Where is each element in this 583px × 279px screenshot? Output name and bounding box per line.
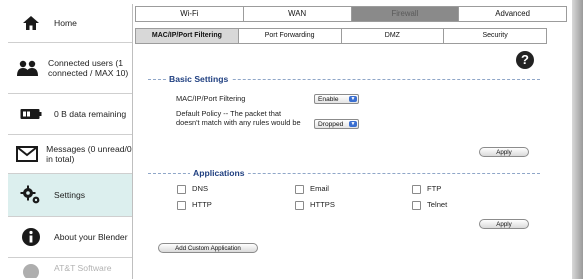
main-tabs: Wi-Fi WAN Firewall Advanced bbox=[135, 6, 567, 22]
email-checkbox[interactable] bbox=[295, 185, 304, 194]
email-label: Email bbox=[310, 184, 329, 193]
https-checkbox[interactable] bbox=[295, 201, 304, 210]
subtab-mac-ip-port-filtering[interactable]: MAC/IP/Port Filtering bbox=[136, 29, 239, 43]
sidebar-item-software[interactable]: AT&T Software bbox=[8, 258, 132, 278]
page-edge-shadow bbox=[572, 0, 583, 279]
sidebar-item-data-remaining[interactable]: 0 B data remaining bbox=[8, 94, 132, 135]
tab-advanced[interactable]: Advanced bbox=[459, 7, 566, 21]
http-checkbox[interactable] bbox=[177, 201, 186, 210]
sidebar-item-label: Connected users (1 connected / MAX 10) bbox=[48, 58, 129, 78]
envelope-icon bbox=[16, 139, 39, 169]
sidebar-item-about[interactable]: About your Blender bbox=[8, 217, 132, 258]
sidebar-item-label: 0 B data remaining bbox=[54, 109, 127, 119]
router-settings-page: Home Connected users (1 connected / MAX … bbox=[0, 0, 583, 279]
filtering-select-value: Enable bbox=[318, 96, 339, 103]
sidebar-item-label: About your Blender bbox=[54, 232, 128, 242]
default-policy-select-value: Dropped bbox=[318, 121, 344, 128]
sidebar-item-messages[interactable]: Messages (0 unread/0 in total) bbox=[8, 135, 132, 174]
tab-firewall[interactable]: Firewall bbox=[351, 7, 460, 21]
sidebar-item-home[interactable]: Home bbox=[8, 4, 132, 43]
http-label: HTTP bbox=[192, 200, 212, 209]
default-policy-select[interactable]: Dropped ▼ bbox=[314, 119, 359, 129]
telnet-checkbox[interactable] bbox=[412, 201, 421, 210]
gears-icon bbox=[16, 180, 46, 210]
sidebar-item-connected-users[interactable]: Connected users (1 connected / MAX 10) bbox=[8, 43, 132, 94]
help-icon[interactable]: ? bbox=[516, 51, 534, 69]
chevron-down-icon: ▼ bbox=[349, 121, 357, 127]
subtab-dmz[interactable]: DMZ bbox=[341, 29, 445, 43]
https-label: HTTPS bbox=[310, 200, 335, 209]
telnet-label: Telnet bbox=[427, 200, 448, 209]
dns-checkbox[interactable] bbox=[177, 185, 186, 194]
sidebar: Home Connected users (1 connected / MAX … bbox=[8, 4, 133, 279]
apply-applications-button[interactable]: Apply bbox=[479, 219, 529, 229]
ftp-checkbox[interactable] bbox=[412, 185, 421, 194]
sidebar-item-label: Messages (0 unread/0 in total) bbox=[46, 144, 132, 164]
info-icon bbox=[16, 222, 46, 252]
basic-settings-title: Basic Settings bbox=[166, 74, 232, 84]
default-policy-label: Default Policy -- The packet that doesn'… bbox=[176, 109, 301, 127]
home-icon bbox=[16, 8, 46, 38]
subtab-port-forwarding[interactable]: Port Forwarding bbox=[238, 29, 342, 43]
chevron-down-icon: ▼ bbox=[349, 96, 357, 102]
subtab-security[interactable]: Security bbox=[444, 29, 546, 43]
sidebar-item-settings[interactable]: Settings bbox=[8, 174, 132, 217]
sidebar-item-label: Home bbox=[54, 18, 77, 28]
filtering-label: MAC/IP/Port Filtering bbox=[176, 94, 246, 103]
firewall-subtabs: MAC/IP/Port Filtering Port Forwarding DM… bbox=[135, 28, 547, 44]
tab-wan[interactable]: WAN bbox=[243, 7, 352, 21]
apply-basic-button[interactable]: Apply bbox=[479, 147, 529, 157]
battery-icon bbox=[16, 99, 46, 129]
ftp-label: FTP bbox=[427, 184, 442, 193]
applications-title: Applications bbox=[190, 168, 248, 178]
add-custom-application-button[interactable]: Add Custom Application bbox=[158, 243, 258, 253]
users-icon bbox=[16, 53, 40, 83]
software-icon bbox=[16, 258, 46, 278]
dns-label: DNS bbox=[192, 184, 209, 193]
tab-wifi[interactable]: Wi-Fi bbox=[136, 7, 244, 21]
sidebar-item-label: AT&T Software bbox=[54, 263, 112, 273]
sidebar-item-label: Settings bbox=[54, 190, 86, 200]
filtering-select[interactable]: Enable ▼ bbox=[314, 94, 359, 104]
